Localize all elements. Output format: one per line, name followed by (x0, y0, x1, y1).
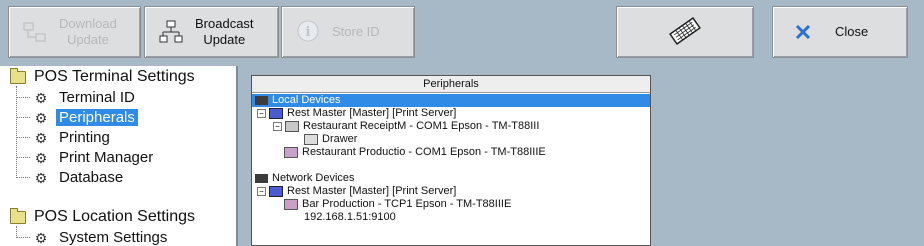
tree-item-terminal-id[interactable]: ⚙ Terminal ID (34, 88, 138, 107)
tree-item-label: Printing (59, 129, 110, 146)
gear-icon: ⚙ (34, 89, 48, 106)
tree-item-system-settings[interactable]: ⚙ System Settings (34, 228, 170, 246)
gear-icon: ⚙ (34, 109, 48, 126)
collapse-icon: − (257, 187, 266, 196)
receipt-printer-label: Restaurant ReceiptM - COM1 Epson - TM-T8… (303, 120, 540, 132)
keyboard-icon (668, 16, 702, 49)
network-server-node[interactable]: − Rest Master [Master] [Print Server] (257, 185, 456, 198)
peripherals-column-header[interactable]: Peripherals (252, 76, 650, 93)
gear-icon: ⚙ (34, 169, 48, 186)
location-header-label: POS Location Settings (34, 208, 195, 225)
keyboard-button[interactable] (616, 6, 754, 58)
local-devices-node[interactable]: Local Devices (252, 94, 650, 107)
tree-header-terminal[interactable]: POS Terminal Settings (10, 67, 195, 86)
store-id-label: Store ID (332, 24, 380, 39)
collapse-icon: − (273, 122, 282, 131)
receipt-printer-node[interactable]: − Restaurant ReceiptM - COM1 Epson - TM-… (273, 120, 539, 133)
drawer-icon (304, 134, 318, 145)
ip-address-node[interactable]: 192.168.1.51:9100 (304, 211, 396, 224)
tree-header-location[interactable]: POS Location Settings (10, 207, 195, 226)
download-update-button[interactable]: Download Update (8, 6, 141, 58)
download-update-label-1: Download (59, 16, 117, 31)
network-icon (255, 174, 268, 183)
tree-item-label: Database (59, 169, 124, 186)
bar-printer-node[interactable]: Bar Production - TCP1 Epson - TM-T88IIIE (284, 198, 511, 211)
computer-icon (269, 108, 283, 119)
drawer-node[interactable]: Drawer (304, 133, 357, 146)
network-devices-label: Network Devices (272, 172, 355, 184)
computer-icon (269, 186, 283, 197)
local-devices-label: Local Devices (272, 94, 341, 106)
tree-item-peripherals[interactable]: ⚙ Peripherals (34, 108, 138, 127)
gear-icon: ⚙ (34, 229, 48, 246)
terminal-header-label: POS Terminal Settings (34, 68, 195, 85)
ip-address-label: 192.168.1.51:9100 (304, 211, 396, 223)
drawer-label: Drawer (322, 133, 358, 145)
local-server-node[interactable]: − Rest Master [Master] [Print Server] (257, 107, 456, 120)
tree-item-printing[interactable]: ⚙ Printing (34, 128, 113, 147)
bar-printer-label: Bar Production - TCP1 Epson - TM-T88IIIE (302, 198, 512, 210)
close-button[interactable]: Close (772, 6, 908, 58)
peripherals-panel: Peripherals Local Devices − Rest Master … (251, 75, 651, 246)
production-printer-node[interactable]: Restaurant Productio - COM1 Epson - TM-T… (284, 146, 546, 159)
broadcast-update-label-1: Broadcast (195, 16, 254, 31)
printer-icon (284, 147, 298, 158)
folder-icon (10, 207, 26, 224)
network-download-icon (21, 18, 49, 46)
folder-icon (10, 67, 26, 84)
network-devices-node[interactable]: Network Devices (255, 172, 355, 185)
gear-icon: ⚙ (34, 149, 48, 166)
printer-icon (285, 121, 299, 132)
tree-item-label: Terminal ID (59, 89, 135, 106)
tree-item-print-manager[interactable]: ⚙ Print Manager (34, 148, 156, 167)
tree-item-label: System Settings (59, 229, 168, 246)
network-broadcast-icon (157, 18, 185, 46)
download-update-label-2: Update (66, 32, 109, 47)
collapse-icon: − (257, 109, 266, 118)
printer-icon (284, 199, 298, 210)
close-label: Close (835, 24, 869, 39)
broadcast-update-button[interactable]: Broadcast Update (144, 6, 279, 58)
network-icon (255, 96, 268, 105)
gear-icon: ⚙ (34, 129, 48, 146)
store-id-button[interactable]: i Store ID (281, 6, 415, 58)
info-icon: i (294, 18, 322, 46)
production-printer-label: Restaurant Productio - COM1 Epson - TM-T… (302, 146, 546, 158)
broadcast-update-label-2: Update (203, 32, 246, 47)
local-server-label: Rest Master [Master] [Print Server] (287, 107, 457, 119)
network-server-label: Rest Master [Master] [Print Server] (287, 185, 457, 197)
tree-item-label: Peripherals (56, 109, 138, 126)
settings-nav-tree: POS Terminal Settings ⚙ Terminal ID ⚙ Peri… (0, 66, 238, 246)
close-icon (789, 18, 817, 46)
svg-text:i: i (306, 25, 311, 40)
tree-item-database[interactable]: ⚙ Database (34, 168, 126, 187)
tree-item-label: Print Manager (59, 149, 154, 166)
